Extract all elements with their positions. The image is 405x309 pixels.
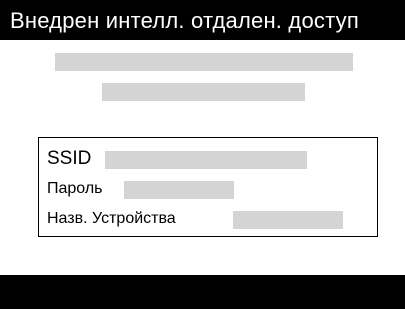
message-line-1-placeholder [55, 53, 353, 71]
bottom-bar [0, 275, 405, 309]
device-name-label: Назв. Устройства [47, 210, 176, 227]
message-line-2-placeholder [102, 83, 305, 101]
smart-remote-screen: Внедрен интелл. отдален. доступ SSID Пар… [0, 0, 405, 309]
password-label: Пароль [47, 180, 103, 197]
screen-title: Внедрен интелл. отдален. доступ [10, 8, 359, 33]
title-bar: Внедрен интелл. отдален. доступ [0, 0, 405, 40]
connection-info-box: SSID Пароль Назв. Устройства [38, 137, 378, 237]
ssid-label: SSID [47, 148, 92, 169]
ssid-value-placeholder [105, 151, 307, 169]
password-value-placeholder [124, 181, 234, 199]
device-name-value-placeholder [233, 211, 343, 229]
